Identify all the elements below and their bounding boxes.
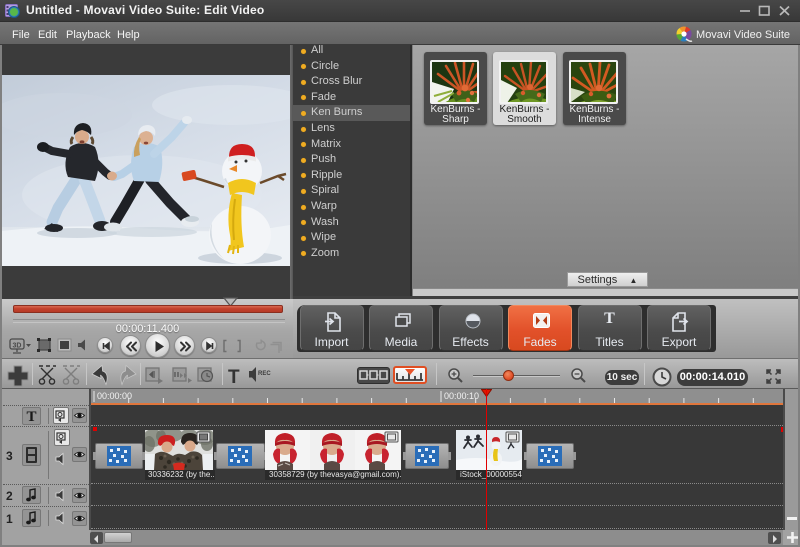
svg-text:00:00:00: 00:00:00 [97, 391, 132, 401]
svg-text:00:00:10: 00:00:10 [444, 391, 479, 401]
svg-text:3D: 3D [13, 343, 22, 350]
svg-text:T: T [228, 367, 240, 387]
svg-text:REC: REC [258, 371, 271, 377]
